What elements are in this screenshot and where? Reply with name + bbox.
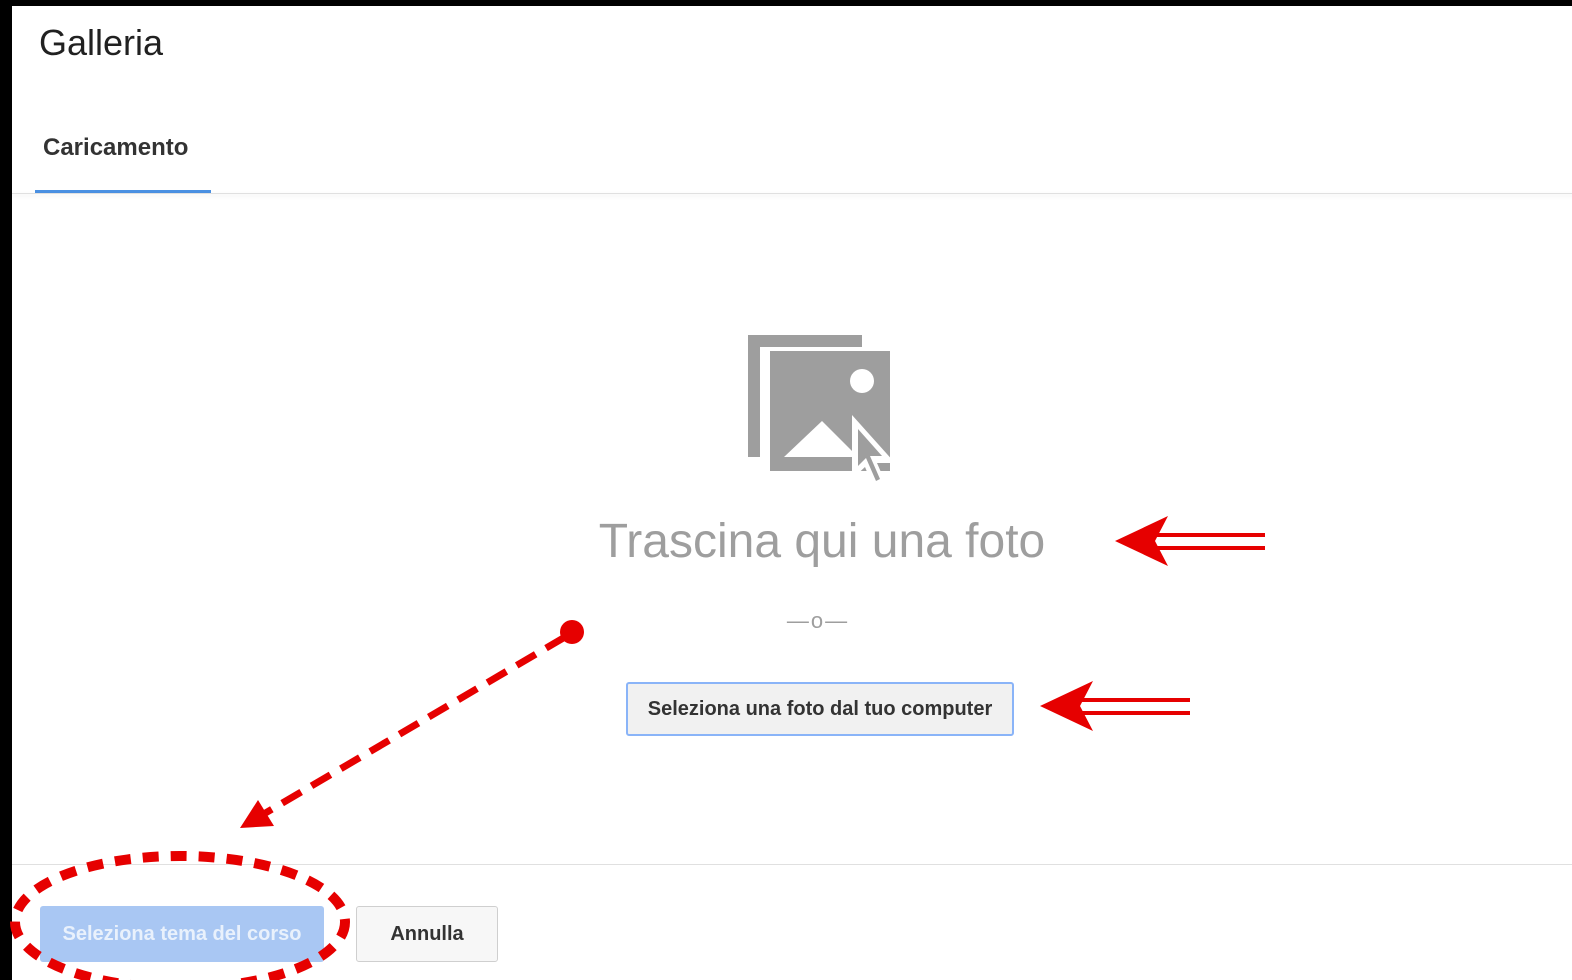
select-course-theme-button[interactable]: Seleziona tema del corso	[40, 906, 324, 962]
drop-zone[interactable]: Trascina qui una foto —o— Seleziona una …	[12, 194, 1572, 864]
footer-divider	[12, 864, 1572, 865]
cancel-button[interactable]: Annulla	[356, 906, 498, 962]
gallery-dialog: Galleria Caricamento Trascina qui una fo…	[0, 0, 1572, 980]
photo-upload-icon	[748, 335, 895, 491]
dialog-title: Galleria	[39, 22, 164, 63]
tab-label: Caricamento	[43, 134, 189, 161]
or-separator: —o—	[786, 608, 850, 633]
tab-caricamento[interactable]: Caricamento	[35, 116, 211, 194]
drop-instruction: Trascina qui una foto	[598, 515, 1046, 568]
select-photo-button[interactable]: Seleziona una foto dal tuo computer	[626, 682, 1014, 736]
